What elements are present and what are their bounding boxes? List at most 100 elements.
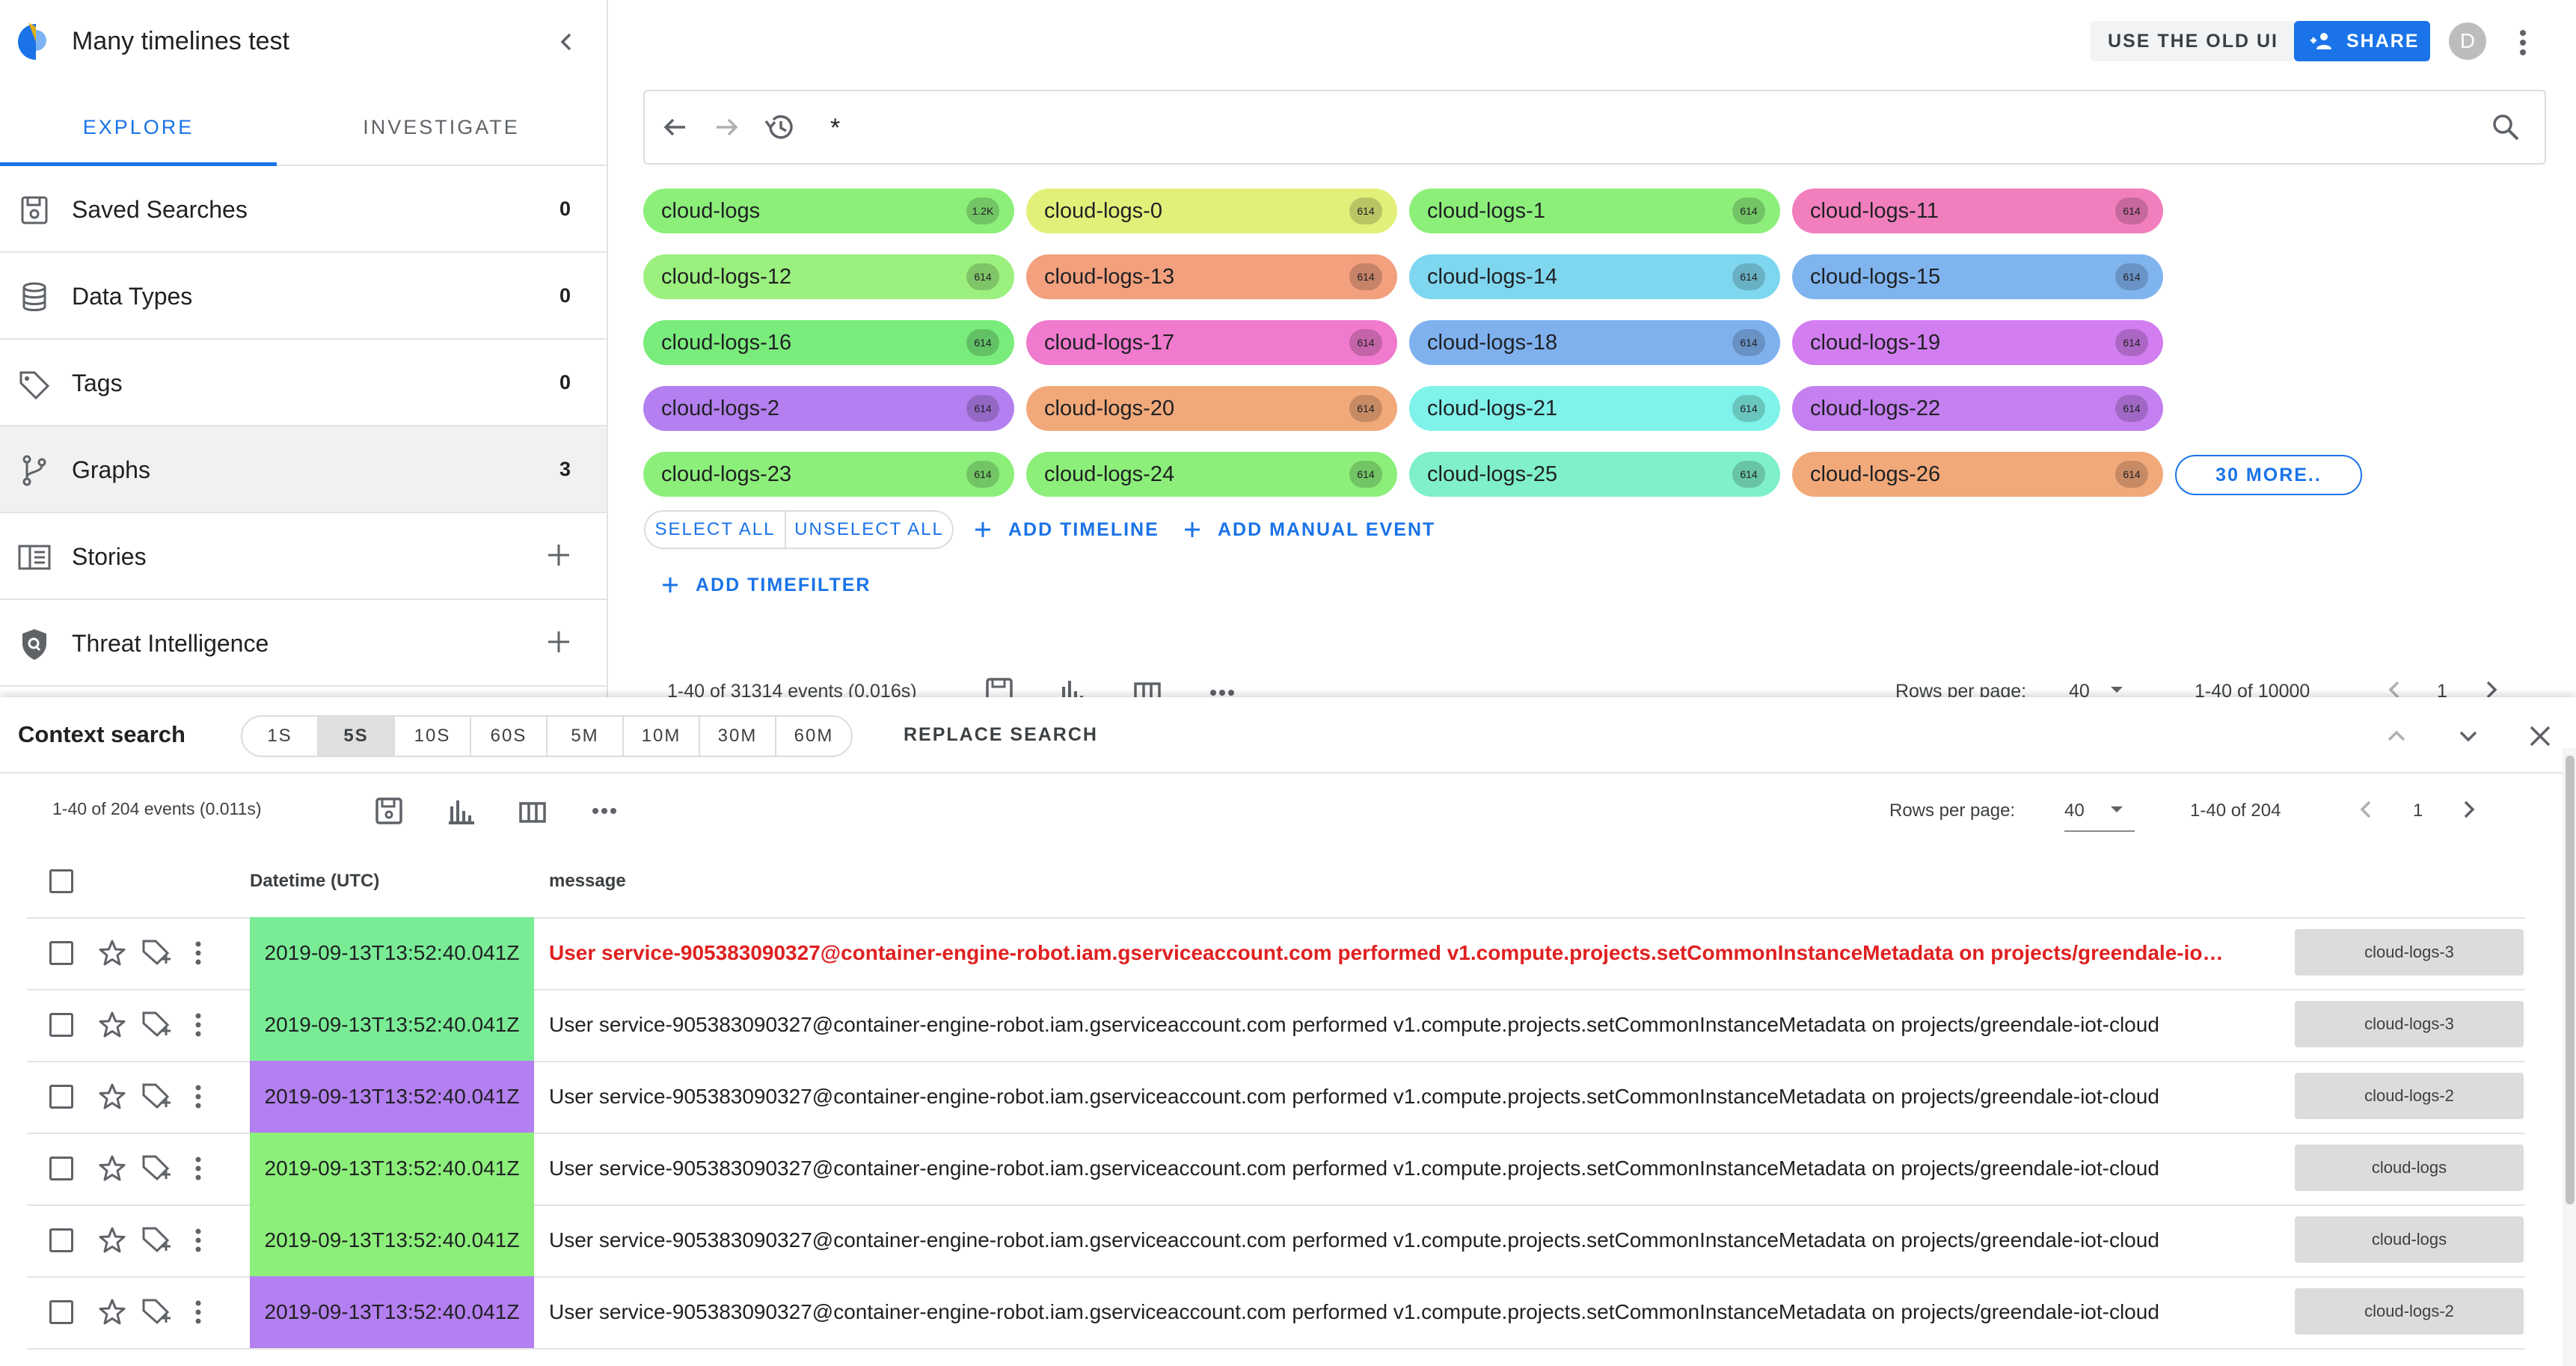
avatar[interactable]: D (2449, 22, 2486, 60)
replace-search-button[interactable]: REPLACE SEARCH (904, 724, 1098, 746)
add-threat-intel-plus-icon[interactable] (544, 625, 574, 658)
time-option-60m[interactable]: 60M (776, 717, 851, 756)
timeline-chip[interactable]: cloud-logs-20 614 (1026, 386, 1397, 431)
save-search-icon[interactable] (372, 794, 405, 827)
timeline-chip[interactable]: cloud-logs-22 614 (1792, 386, 2163, 431)
time-option-1s[interactable]: 1S (242, 717, 319, 756)
time-option-10s[interactable]: 10S (395, 717, 471, 756)
add-tag-icon[interactable] (139, 1080, 172, 1113)
add-tag-icon[interactable] (139, 1296, 172, 1329)
time-option-60s[interactable]: 60S (471, 717, 548, 756)
row-checkbox[interactable] (49, 1228, 73, 1252)
more-vert-icon[interactable] (193, 1227, 203, 1254)
column-header-message[interactable]: message (549, 871, 626, 892)
timeline-chip[interactable]: cloud-logs-16 614 (643, 320, 1014, 365)
row-checkbox[interactable] (49, 1013, 73, 1037)
row-checkbox[interactable] (49, 1085, 73, 1109)
sidebar-item-saved-searches[interactable]: Saved Searches 0 (0, 166, 607, 253)
row-message[interactable]: User service-905383090327@container-engi… (549, 1276, 2224, 1348)
row-message[interactable]: User service-905383090327@container-engi… (549, 989, 2224, 1061)
more-vert-icon[interactable] (2512, 25, 2534, 60)
share-button[interactable]: SHARE (2294, 21, 2430, 61)
time-option-5m[interactable]: 5M (548, 717, 624, 756)
chevron-left-icon[interactable] (2355, 796, 2377, 823)
sidebar-item-stories[interactable]: Stories (0, 513, 607, 600)
add-tag-icon[interactable] (139, 937, 172, 970)
timeline-chip[interactable]: cloud-logs-1 614 (1409, 189, 1780, 233)
arrow-forward-icon[interactable] (711, 111, 743, 144)
chevron-left-icon[interactable] (552, 27, 580, 57)
more-horiz-icon[interactable] (588, 794, 621, 827)
time-option-10m[interactable]: 10M (624, 717, 700, 756)
bar-chart-icon[interactable] (444, 794, 477, 827)
add-tag-icon[interactable] (139, 1008, 172, 1041)
star-icon[interactable] (97, 1082, 127, 1112)
row-message[interactable]: User service-905383090327@container-engi… (549, 1061, 2224, 1133)
search-icon[interactable] (2489, 111, 2522, 144)
timeline-chip[interactable]: cloud-logs-11 614 (1792, 189, 2163, 233)
time-option-30m[interactable]: 30M (700, 717, 776, 756)
timeline-chip[interactable]: cloud-logs-23 614 (643, 452, 1014, 497)
tab-investigate[interactable]: INVESTIGATE (303, 93, 580, 163)
timeline-chip[interactable]: cloud-logs-14 614 (1409, 254, 1780, 299)
more-vert-icon[interactable] (193, 1011, 203, 1038)
add-tag-icon[interactable] (139, 1152, 172, 1185)
more-vert-icon[interactable] (193, 1155, 203, 1182)
timeline-chip[interactable]: cloud-logs-13 614 (1026, 254, 1397, 299)
sidebar-item-threat-intelligence[interactable]: Threat Intelligence (0, 600, 607, 687)
sidebar-item-graphs[interactable]: Graphs 3 (0, 426, 607, 513)
row-message[interactable]: User service-905383090327@container-engi… (549, 917, 2224, 989)
star-icon[interactable] (97, 1225, 127, 1255)
timeline-chip[interactable]: cloud-logs-18 614 (1409, 320, 1780, 365)
star-icon[interactable] (97, 938, 127, 968)
add-story-plus-icon[interactable] (544, 539, 574, 572)
search-input[interactable] (829, 105, 2328, 151)
rows-per-page-select[interactable]: 40 (2064, 790, 2135, 832)
select-all-checkbox[interactable] (49, 869, 73, 893)
timeline-chip[interactable]: cloud-logs-25 614 (1409, 452, 1780, 497)
column-header-datetime[interactable]: Datetime (UTC) (250, 871, 379, 892)
tab-explore[interactable]: EXPLORE (0, 93, 277, 163)
timeline-chip[interactable]: cloud-logs-15 614 (1792, 254, 2163, 299)
more-timelines-button[interactable]: 30 MORE.. (2175, 455, 2362, 495)
star-icon[interactable] (97, 1010, 127, 1040)
columns-icon[interactable] (516, 794, 549, 827)
select-all-button[interactable]: SELECT ALL (645, 512, 786, 548)
chevron-right-icon[interactable] (2458, 796, 2480, 823)
star-icon[interactable] (97, 1297, 127, 1327)
more-vert-icon[interactable] (193, 1083, 203, 1110)
timeline-event-count-badge: 614 (2115, 263, 2148, 290)
row-checkbox[interactable] (49, 1157, 73, 1180)
add-tag-icon[interactable] (139, 1224, 172, 1257)
more-vert-icon[interactable] (193, 1299, 203, 1326)
timeline-chip[interactable]: cloud-logs-24 614 (1026, 452, 1397, 497)
timeline-chip[interactable]: cloud-logs-12 614 (643, 254, 1014, 299)
dropdown-arrow-icon[interactable] (2108, 681, 2126, 699)
timeline-chip[interactable]: cloud-logs-2 614 (643, 386, 1014, 431)
more-vert-icon[interactable] (193, 940, 203, 967)
row-message[interactable]: User service-905383090327@container-engi… (549, 1133, 2224, 1204)
timeline-chip[interactable]: cloud-logs-0 614 (1026, 189, 1397, 233)
timeline-chip[interactable]: cloud-logs-19 614 (1792, 320, 2163, 365)
timeline-chip[interactable]: cloud-logs-26 614 (1792, 452, 2163, 497)
unselect-all-button[interactable]: UNSELECT ALL (786, 512, 952, 548)
timeline-chip[interactable]: cloud-logs 1.2K (643, 189, 1014, 233)
timeline-chip-label: cloud-logs-12 (661, 265, 792, 289)
expand-less-icon[interactable] (2382, 721, 2411, 751)
row-message[interactable]: User service-905383090327@container-engi… (549, 1204, 2224, 1276)
star-icon[interactable] (97, 1154, 127, 1183)
row-checkbox[interactable] (49, 941, 73, 965)
scrollbar-thumb[interactable] (2566, 756, 2575, 1204)
sidebar-item-tags[interactable]: Tags 0 (0, 340, 607, 426)
close-icon[interactable] (2525, 721, 2555, 751)
use-old-ui-button[interactable]: USE THE OLD UI (2091, 21, 2296, 61)
time-option-5s[interactable]: 5S (319, 717, 395, 756)
history-icon[interactable] (763, 111, 796, 144)
sidebar-item-data-types[interactable]: Data Types 0 (0, 253, 607, 340)
expand-more-icon[interactable] (2453, 721, 2483, 751)
timeline-chip-label: cloud-logs-21 (1427, 396, 1558, 420)
row-checkbox[interactable] (49, 1300, 73, 1324)
timeline-chip[interactable]: cloud-logs-21 614 (1409, 386, 1780, 431)
timeline-chip[interactable]: cloud-logs-17 614 (1026, 320, 1397, 365)
arrow-back-icon[interactable] (658, 111, 691, 144)
